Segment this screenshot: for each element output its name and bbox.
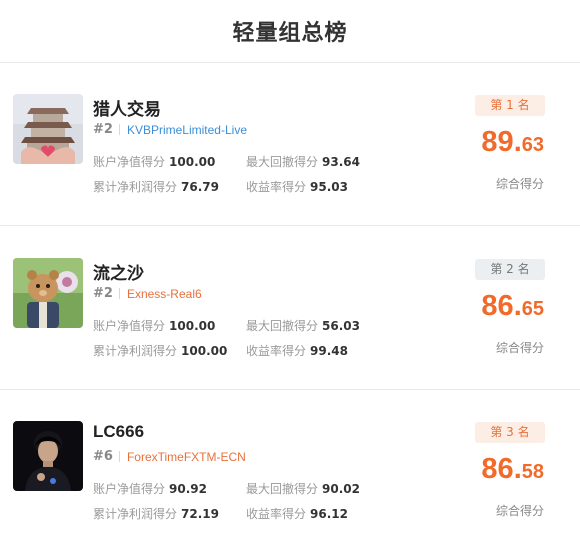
score-label: 综合得分 xyxy=(495,504,544,518)
stat-net-profit: 累计净利润得分 100.00 xyxy=(93,342,227,359)
stat-value: 56.03 xyxy=(322,319,360,333)
stat-net-profit: 累计净利润得分 72.19 xyxy=(93,505,219,522)
score-label: 综合得分 xyxy=(495,341,544,355)
header: 轻量组总榜 xyxy=(0,0,580,63)
page-title: 轻量组总榜 xyxy=(232,21,348,46)
divider xyxy=(118,288,120,299)
stat-value: 93.64 xyxy=(322,155,360,169)
stat-return: 收益率得分 95.03 xyxy=(246,178,348,195)
stat-equity: 账户净值得分 100.00 xyxy=(93,153,215,170)
score-label: 综合得分 xyxy=(495,177,544,191)
total-score: 86.58 xyxy=(481,453,544,486)
avatar[interactable] xyxy=(13,94,83,164)
stat-drawdown: 最大回撤得分 56.03 xyxy=(246,317,360,334)
score-integer: 86 xyxy=(481,290,514,322)
rank-badge: 第 1 名 xyxy=(475,95,545,116)
rank-number: #2 xyxy=(93,122,113,137)
rank-line: #2 Exness-Real6 xyxy=(93,286,202,301)
score-dot: . xyxy=(513,453,522,485)
stat-label: 收益率得分 xyxy=(246,507,307,521)
account-name[interactable]: ForexTimeFXTM-ECN xyxy=(127,450,246,464)
stat-value: 72.19 xyxy=(181,507,219,521)
leaderboard-card[interactable]: LC666 #6 ForexTimeFXTM-ECN 账户净值得分 90.92 最… xyxy=(0,390,580,552)
stat-label: 累计净利润得分 xyxy=(93,180,178,194)
divider xyxy=(118,124,120,135)
rank-number: #6 xyxy=(93,449,113,464)
leaderboard-card[interactable]: 猎人交易 #2 KVBPrimeLimited-Live 账户净值得分 100.0… xyxy=(0,63,580,226)
stat-equity: 账户净值得分 90.92 xyxy=(93,480,207,497)
rank-badge: 第 3 名 xyxy=(475,422,545,443)
stat-value: 76.79 xyxy=(181,180,219,194)
stat-value: 100.00 xyxy=(169,155,216,169)
trader-name[interactable]: 猎人交易 xyxy=(93,95,161,120)
rank-badge: 第 2 名 xyxy=(475,259,545,280)
score-decimal: 65 xyxy=(521,298,544,320)
stat-net-profit: 累计净利润得分 76.79 xyxy=(93,178,219,195)
stat-label: 最大回撤得分 xyxy=(246,319,319,333)
trader-name[interactable]: LC666 xyxy=(93,422,144,442)
stat-label: 账户净值得分 xyxy=(93,482,166,496)
score-dot: . xyxy=(513,290,522,322)
rank-line: #6 ForexTimeFXTM-ECN xyxy=(93,449,246,464)
stat-value: 90.02 xyxy=(322,482,360,496)
stat-label: 账户净值得分 xyxy=(93,319,166,333)
account-name[interactable]: Exness-Real6 xyxy=(127,287,202,301)
stat-equity: 账户净值得分 100.00 xyxy=(93,317,215,334)
stat-label: 最大回撤得分 xyxy=(246,482,319,496)
stat-value: 95.03 xyxy=(310,180,348,194)
total-score: 86.65 xyxy=(481,290,544,323)
stat-value: 90.92 xyxy=(169,482,207,496)
stat-value: 100.00 xyxy=(181,344,228,358)
leaderboard-page: 轻量组总榜 猎人交易 #2 KVBPrimeLimited-Live 账户净值得… xyxy=(0,0,580,551)
stat-value: 96.12 xyxy=(310,507,348,521)
trader-name[interactable]: 流之沙 xyxy=(93,259,144,284)
score-integer: 89 xyxy=(481,126,514,158)
score-decimal: 58 xyxy=(521,461,544,483)
leaderboard-card[interactable]: 流之沙 #2 Exness-Real6 账户净值得分 100.00 最大回撤得分 5… xyxy=(0,227,580,390)
stat-label: 累计净利润得分 xyxy=(93,507,178,521)
avatar[interactable] xyxy=(13,421,83,491)
score-integer: 86 xyxy=(481,453,514,485)
rank-number: #2 xyxy=(93,286,113,301)
stat-label: 收益率得分 xyxy=(246,180,307,194)
stat-label: 收益率得分 xyxy=(246,344,307,358)
stat-value: 100.00 xyxy=(169,319,216,333)
stat-label: 累计净利润得分 xyxy=(93,344,178,358)
stat-drawdown: 最大回撤得分 93.64 xyxy=(246,153,360,170)
stat-value: 99.48 xyxy=(310,344,348,358)
score-dot: . xyxy=(513,126,522,158)
divider xyxy=(118,451,120,462)
stat-drawdown: 最大回撤得分 90.02 xyxy=(246,480,360,497)
stat-return: 收益率得分 99.48 xyxy=(246,342,348,359)
stat-label: 最大回撤得分 xyxy=(246,155,319,169)
avatar[interactable] xyxy=(13,258,83,328)
stat-return: 收益率得分 96.12 xyxy=(246,505,348,522)
stat-label: 账户净值得分 xyxy=(93,155,166,169)
score-decimal: 63 xyxy=(521,134,544,156)
rank-line: #2 KVBPrimeLimited-Live xyxy=(93,122,247,137)
total-score: 89.63 xyxy=(481,126,544,159)
account-name[interactable]: KVBPrimeLimited-Live xyxy=(127,123,247,137)
